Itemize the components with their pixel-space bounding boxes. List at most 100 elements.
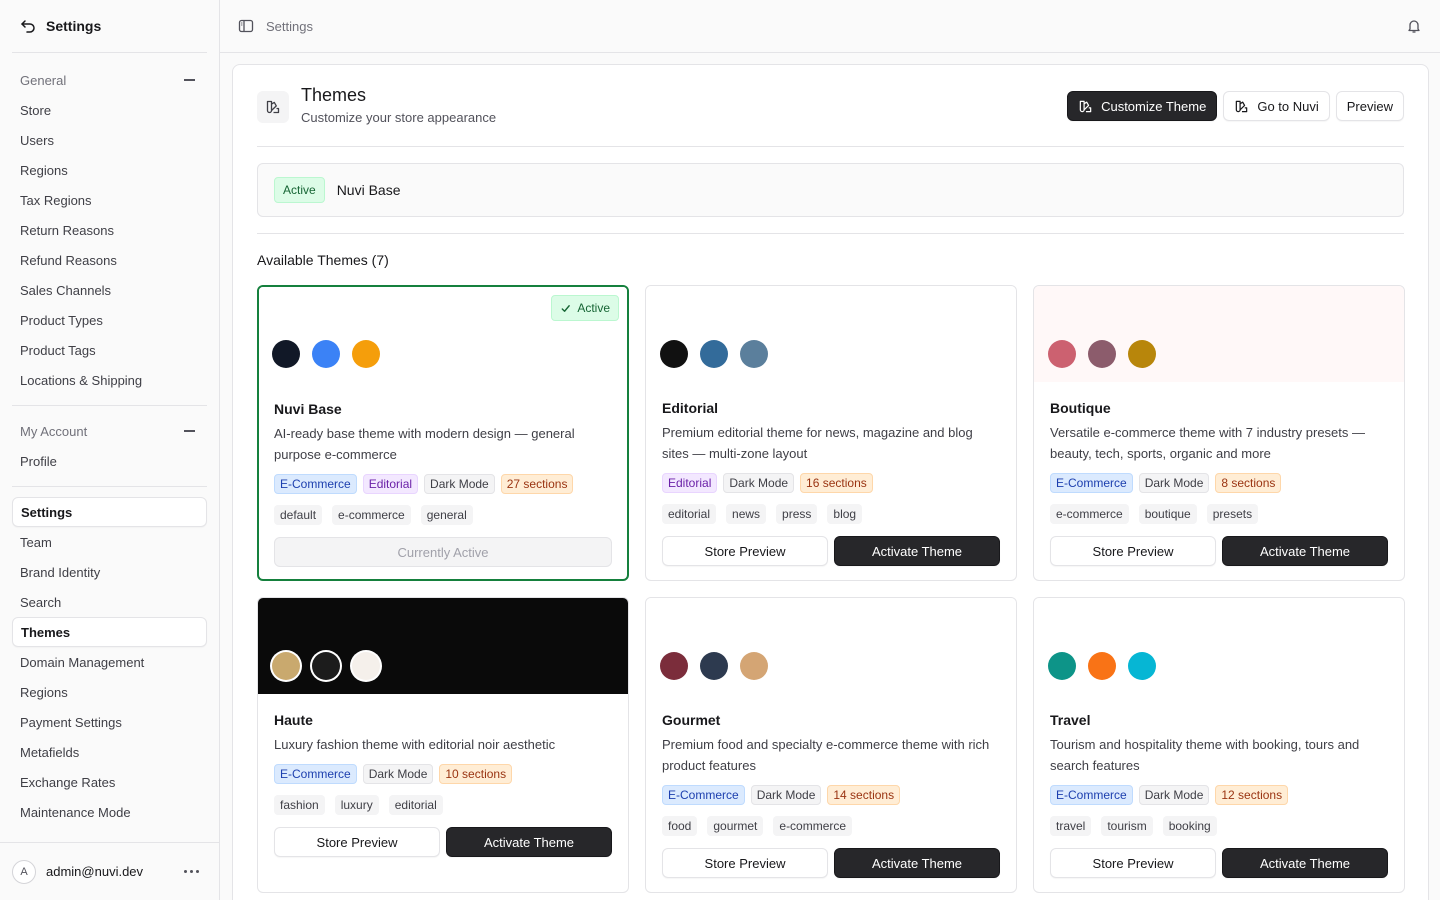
theme-tag: blog <box>827 504 863 524</box>
theme-tags: food gourmet e-commerce <box>662 816 1000 836</box>
color-swatch <box>700 652 728 680</box>
theme-badge: E-Commerce <box>274 764 357 784</box>
theme-banner <box>646 598 1016 694</box>
sidebar-item-tax-regions[interactable]: Tax Regions <box>0 185 219 215</box>
collapse-icon[interactable] <box>184 430 195 432</box>
theme-badge: Dark Mode <box>723 473 795 493</box>
theme-tag: default <box>274 505 323 525</box>
sidebar-item-domain-management[interactable]: Domain Management <box>0 647 219 677</box>
theme-name: Nuvi Base <box>274 401 342 417</box>
user-email: admin@nuvi.dev <box>46 864 144 879</box>
theme-actions: Store Preview Activate Theme <box>662 848 1000 878</box>
theme-badge: E-Commerce <box>1050 473 1133 493</box>
topbar: Settings <box>220 0 1440 53</box>
store-preview-button[interactable]: Store Preview <box>1050 848 1216 878</box>
bell-icon[interactable] <box>1406 18 1422 34</box>
sidebar-item-sales-channels[interactable]: Sales Channels <box>0 275 219 305</box>
active-theme-name: Nuvi Base <box>336 182 401 198</box>
theme-tags: e-commerce boutique presets <box>1050 504 1388 524</box>
theme-card-travel: Travel Tourism and hospitality theme with… <box>1033 597 1405 893</box>
sidebar-item-regions[interactable]: Regions <box>0 155 219 185</box>
sidebar-item-users[interactable]: Users <box>0 125 219 155</box>
store-preview-button[interactable]: Store Preview <box>662 848 828 878</box>
customize-theme-button[interactable]: Customize Theme <box>1067 91 1218 121</box>
more-icon[interactable] <box>184 870 199 873</box>
color-swatch <box>1128 652 1156 680</box>
sidebar-item-brand-identity[interactable]: Brand Identity <box>0 557 219 587</box>
go-to-nuvi-button[interactable]: Go to Nuvi <box>1223 91 1330 121</box>
theme-body: Haute Luxury fashion theme with editorial… <box>258 694 628 857</box>
store-preview-button[interactable]: Store Preview <box>1050 536 1216 566</box>
sidebar-item-store[interactable]: Store <box>0 95 219 125</box>
sidebar-item-regions-2[interactable]: Regions <box>0 677 219 707</box>
theme-tags: default e-commerce general <box>274 505 612 525</box>
user-menu[interactable]: A admin@nuvi.dev <box>0 842 219 900</box>
theme-badge: Dark Mode <box>750 785 822 805</box>
theme-tag: food <box>662 816 698 836</box>
back-arrow-icon[interactable] <box>20 18 36 34</box>
theme-badge: 14 sections <box>827 785 901 805</box>
theme-badge: Editorial <box>362 474 419 494</box>
theme-badge: E-Commerce <box>1050 785 1133 805</box>
sidebar-item-settings[interactable]: Settings <box>12 497 207 527</box>
sidebar-item-maintenance-mode[interactable]: Maintenance Mode <box>0 797 219 827</box>
color-swatches <box>1048 340 1156 368</box>
sidebar-item-profile[interactable]: Profile <box>0 446 219 476</box>
theme-description: Versatile e-commerce theme with 7 indust… <box>1050 425 1366 461</box>
sidebar-header[interactable]: Settings <box>0 0 219 52</box>
sidebar-item-search[interactable]: Search <box>0 587 219 617</box>
palette-icon <box>1234 99 1249 114</box>
sidebar-item-refund-reasons[interactable]: Refund Reasons <box>0 245 219 275</box>
theme-badge: Dark Mode <box>424 474 495 494</box>
color-swatches <box>272 340 380 368</box>
theme-body: Nuvi Base AI-ready base theme with modern… <box>259 383 627 567</box>
activate-theme-button[interactable]: Activate Theme <box>834 536 1000 566</box>
theme-badges: E-Commerce Dark Mode 10 sections <box>274 764 612 784</box>
theme-badges: Editorial Dark Mode 16 sections <box>662 473 1000 493</box>
color-swatch <box>1048 652 1076 680</box>
sidebar-item-locations-shipping[interactable]: Locations & Shipping <box>0 365 219 395</box>
extensions-items: Settings Team Brand Identity Search Them… <box>0 497 219 827</box>
collapse-icon[interactable] <box>184 79 195 81</box>
color-swatches <box>1048 652 1156 680</box>
theme-tag: booking <box>1162 816 1217 836</box>
theme-tag: editorial <box>662 504 717 524</box>
theme-name: Haute <box>274 712 313 728</box>
color-swatch <box>1088 652 1116 680</box>
group-general-header[interactable]: General <box>0 65 219 95</box>
color-swatch <box>660 340 688 368</box>
sidebar-item-return-reasons[interactable]: Return Reasons <box>0 215 219 245</box>
breadcrumb[interactable]: Settings <box>266 19 313 34</box>
theme-name: Editorial <box>662 400 719 416</box>
group-account-header[interactable]: My Account <box>0 416 219 446</box>
activate-theme-button[interactable]: Activate Theme <box>834 848 1000 878</box>
theme-badge: Dark Mode <box>1138 473 1210 493</box>
sidebar-toggle-icon[interactable] <box>238 18 254 34</box>
sidebar-item-product-tags[interactable]: Product Tags <box>0 335 219 365</box>
active-label: Active <box>577 301 610 315</box>
color-swatch <box>272 652 300 680</box>
theme-banner <box>1034 286 1404 382</box>
sidebar-item-themes[interactable]: Themes <box>12 617 207 647</box>
sidebar-item-metafields[interactable]: Metafields <box>0 737 219 767</box>
sidebar-item-payment-settings[interactable]: Payment Settings <box>0 707 219 737</box>
theme-grid: Active Nuvi Base AI-ready base theme with … <box>257 285 1405 893</box>
sidebar-item-team[interactable]: Team <box>0 527 219 557</box>
divider <box>257 233 1404 234</box>
sidebar-title: Settings <box>46 18 102 34</box>
theme-tags: fashion luxury editorial <box>274 795 612 815</box>
theme-badge: 16 sections <box>800 473 873 493</box>
preview-button[interactable]: Preview <box>1335 91 1404 121</box>
activate-theme-button[interactable]: Activate Theme <box>1222 848 1388 878</box>
theme-tag: boutique <box>1138 504 1197 524</box>
page-header: Themes Customize your store appearance C… <box>257 65 1404 147</box>
theme-description: Luxury fashion theme with editorial noir… <box>274 737 556 752</box>
activate-theme-button[interactable]: Activate Theme <box>446 827 612 857</box>
store-preview-button[interactable]: Store Preview <box>662 536 828 566</box>
customize-theme-label: Customize Theme <box>1101 98 1207 114</box>
sidebar-item-exchange-rates[interactable]: Exchange Rates <box>0 767 219 797</box>
sidebar-item-product-types[interactable]: Product Types <box>0 305 219 335</box>
theme-name: Gourmet <box>662 712 721 728</box>
store-preview-button[interactable]: Store Preview <box>274 827 440 857</box>
activate-theme-button[interactable]: Activate Theme <box>1222 536 1388 566</box>
